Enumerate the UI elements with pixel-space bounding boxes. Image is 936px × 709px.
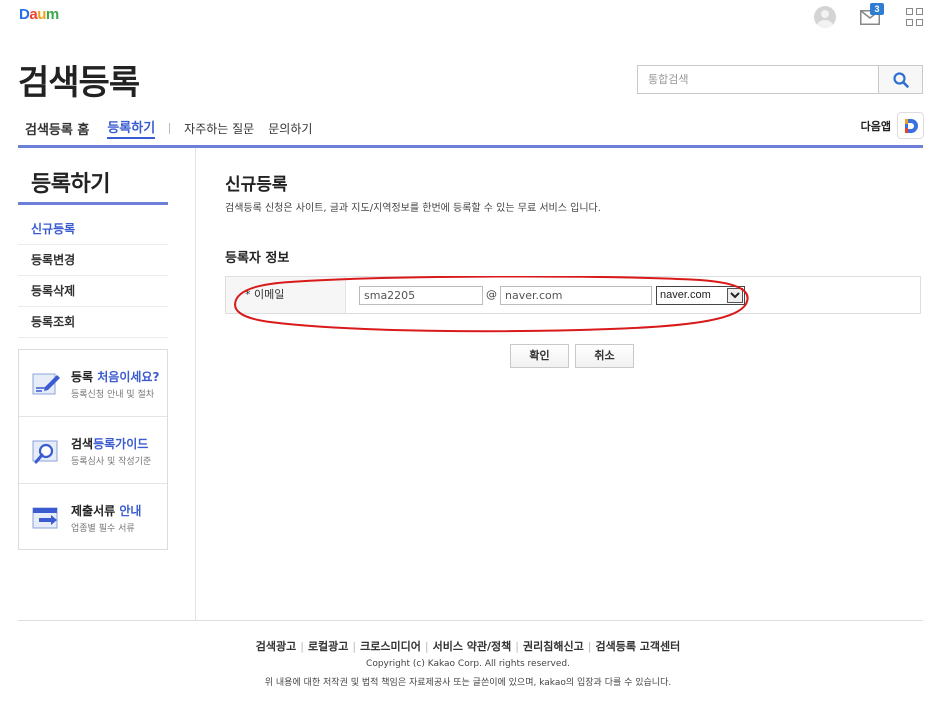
- email-form-row: * 이메일 @ naver.com: [225, 276, 921, 314]
- footer-link-cross-media[interactable]: 크로스미디어: [360, 640, 421, 653]
- nav-separator: [169, 122, 171, 134]
- footer-link-local-ads[interactable]: 로컬광고: [308, 640, 348, 653]
- guide-first-time[interactable]: 등록 처음이세요? 등록신청 안내 및 절차: [19, 350, 167, 417]
- document-arrow-icon: [32, 507, 58, 529]
- mail-icon[interactable]: 3: [860, 3, 884, 26]
- guide-documents[interactable]: 제출서류 안내 업종별 필수 서류: [19, 484, 167, 551]
- sidebar-item-change[interactable]: 등록변경: [18, 245, 168, 276]
- nav-faq[interactable]: 자주하는 질문: [184, 120, 254, 137]
- chevron-down-icon: [727, 288, 743, 303]
- app-grid-icon[interactable]: [906, 8, 924, 26]
- cancel-button[interactable]: 취소: [575, 344, 634, 368]
- email-domain-select-value: naver.com: [660, 289, 711, 301]
- sidebar-item-new[interactable]: 신규등록: [18, 214, 168, 245]
- sidebar-item-lookup[interactable]: 등록조회: [18, 307, 168, 338]
- guide-register-guide[interactable]: 검색등록가이드 등록심사 및 작성기준: [19, 417, 167, 484]
- guide-register-guide-subtitle: 등록심사 및 작성기준: [71, 457, 152, 467]
- guide-box: 등록 처음이세요? 등록신청 안내 및 절차 검색등록가이드 등록심사 및 작성…: [18, 349, 168, 550]
- guide-first-time-title: 등록 처음이세요?: [71, 370, 160, 384]
- footer-disclaimer: 위 내용에 대한 저작권 및 법적 책임은 자료제공사 또는 글쓴이에 있으며,…: [264, 678, 672, 688]
- footer-copyright: Copyright (c) Kakao Corp. All rights res…: [366, 659, 570, 669]
- search-box: [637, 65, 923, 94]
- search-input[interactable]: [637, 65, 879, 94]
- top-icons: 3: [814, 3, 924, 28]
- search-button[interactable]: [878, 65, 923, 94]
- guide-documents-title: 제출서류 안내: [71, 504, 142, 518]
- sidebar-title: 등록하기: [31, 172, 110, 197]
- search-icon: [892, 71, 909, 88]
- footer-link-search-ads[interactable]: 검색광고: [256, 640, 296, 653]
- main-nav: 검색등록 홈 등록하기 자주하는 질문 문의하기: [25, 117, 326, 139]
- daum-app-label: 다음앱: [860, 119, 891, 133]
- guide-register-guide-title: 검색등록가이드: [71, 437, 149, 451]
- nav-register[interactable]: 등록하기: [107, 117, 156, 139]
- email-domain-select[interactable]: naver.com: [656, 286, 745, 305]
- pencil-doc-icon: [32, 373, 60, 395]
- footer-link-support[interactable]: 검색등록 고객센터: [595, 640, 680, 653]
- confirm-button[interactable]: 확인: [510, 344, 569, 368]
- sidebar-menu: 신규등록 등록변경 등록삭제 등록조회: [18, 214, 168, 338]
- nav-home[interactable]: 검색등록 홈: [25, 119, 89, 138]
- section-title-registrant: 등록자 정보: [225, 251, 290, 266]
- email-domain-input[interactable]: [500, 286, 652, 305]
- footer-link-terms[interactable]: 서비스 약관/정책: [433, 640, 512, 653]
- user-avatar-icon[interactable]: [814, 6, 836, 28]
- sidebar-item-delete[interactable]: 등록삭제: [18, 276, 168, 307]
- daum-app-icon: [897, 112, 924, 139]
- form-buttons: 확인 취소: [510, 344, 640, 368]
- at-sign: @: [486, 288, 497, 301]
- page-title: 검색등록: [18, 63, 140, 103]
- footer-divider: [18, 620, 923, 621]
- sidebar-divider: [18, 202, 168, 205]
- daum-logo[interactable]: Daum: [19, 6, 59, 23]
- email-local-input[interactable]: [359, 286, 483, 305]
- daum-app-link[interactable]: 다음앱: [861, 112, 924, 139]
- mail-count-badge: 3: [870, 3, 884, 15]
- sidebar: 등록하기 신규등록 등록변경 등록삭제 등록조회 등록 처음이세요? 등록신청 …: [18, 148, 196, 620]
- content-description: 검색등록 신청은 사이트, 글과 지도/지역정보를 한번에 등록할 수 있는 무…: [225, 203, 601, 214]
- footer-link-rights[interactable]: 권리침해신고: [523, 640, 584, 653]
- guide-first-time-subtitle: 등록신청 안내 및 절차: [71, 390, 155, 400]
- magnifier-doc-icon: [32, 440, 58, 464]
- content-title: 신규등록: [225, 175, 288, 195]
- guide-documents-subtitle: 업종별 필수 서류: [71, 524, 135, 534]
- nav-contact[interactable]: 문의하기: [268, 120, 312, 137]
- footer-links: 검색광고 | 로컬광고 | 크로스미디어 | 서비스 약관/정책 | 권리침해신고 | 검색등록 고…: [255, 640, 681, 653]
- email-label: * 이메일: [226, 277, 346, 313]
